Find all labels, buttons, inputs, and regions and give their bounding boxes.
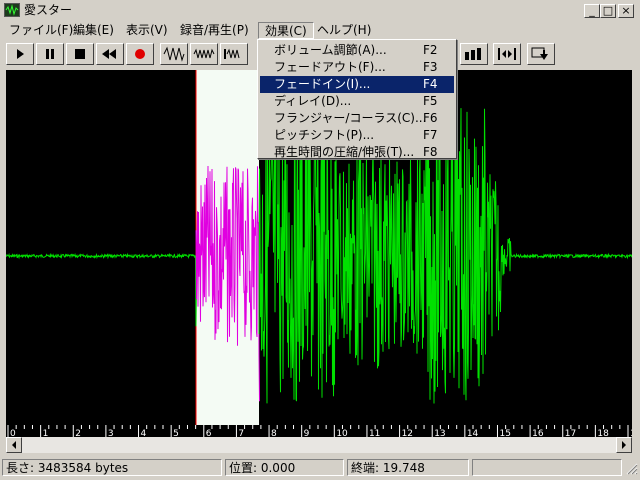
menu-item-label: ピッチシフト(P)...	[274, 128, 375, 142]
ruler-tick-label: 13	[434, 429, 445, 437]
ruler-tick-label: 11	[369, 429, 380, 437]
ruler-tick-label: 15	[499, 429, 510, 437]
record-button[interactable]	[126, 43, 154, 65]
time-ruler-scale: 012345678910111213141516171819	[7, 425, 632, 437]
wave-button[interactable]	[190, 43, 218, 65]
menu-item-label: ディレイ(D)...	[274, 94, 352, 108]
wave-edit-icon	[224, 48, 240, 59]
menu-item-fade-out[interactable]: フェードアウト(F)... F3	[260, 59, 454, 76]
scroll-right-button[interactable]	[616, 437, 632, 453]
time-ruler[interactable]: 012345678910111213141516171819	[6, 425, 632, 437]
menu-item-label: フランジャー/コーラス(C)...	[274, 111, 427, 125]
ruler-tick-label: 9	[304, 429, 310, 437]
ruler-tick-label: 6	[206, 429, 212, 437]
app-window: 愛スター _ □ × ファイル(F) 編集(E) 表示(V) 録音/再生(P) …	[0, 0, 640, 480]
menu-item-shortcut: F5	[423, 94, 438, 108]
menu-item-shortcut: F7	[423, 128, 438, 142]
menu-item-fade-in[interactable]: フェードイン(I)... F4	[260, 76, 454, 93]
ruler-tick-label: 10	[336, 429, 348, 437]
scissors-wave-icon	[163, 46, 185, 62]
status-extra	[472, 459, 622, 476]
menu-item-time-stretch[interactable]: 再生時間の圧縮/伸張(T)... F8	[260, 144, 454, 161]
stop-button[interactable]	[66, 43, 94, 65]
wave-edit-button[interactable]	[220, 43, 248, 65]
effects-dropdown-menu: ボリューム調節(A)... F2 フェードアウト(F)... F3 フェードイン(I…	[257, 39, 457, 159]
menu-view[interactable]: 表示(V)	[120, 22, 174, 39]
menu-item-pitch-shift[interactable]: ピッチシフト(P)... F7	[260, 127, 454, 144]
region-icon	[465, 48, 481, 60]
menu-effects[interactable]: 効果(C)	[258, 22, 314, 39]
rewind-button[interactable]	[96, 43, 124, 65]
minimize-button[interactable]: _	[584, 4, 600, 18]
download-icon	[531, 47, 548, 60]
scroll-left-button[interactable]	[6, 437, 22, 453]
status-bar: 長さ: 3483584 bytes 位置: 0.000 終端: 19.748	[0, 457, 640, 478]
pause-button[interactable]	[36, 43, 64, 65]
arrow-right-icon	[622, 441, 626, 449]
menu-help[interactable]: ヘルプ(H)	[311, 22, 377, 39]
ruler-tick-label: 12	[402, 429, 413, 437]
menu-item-shortcut: F2	[423, 43, 438, 57]
ruler-tick-label: 4	[141, 429, 147, 437]
ruler-tick-label: 17	[565, 429, 576, 437]
play-button[interactable]	[6, 43, 34, 65]
menu-item-shortcut: F4	[423, 77, 438, 91]
download-button[interactable]	[527, 43, 555, 65]
region-button[interactable]	[460, 43, 488, 65]
rewind-icon	[102, 49, 116, 59]
menu-item-shortcut: F8	[423, 145, 438, 159]
ruler-tick-label: 2	[75, 429, 81, 437]
menu-item-delay[interactable]: ディレイ(D)... F5	[260, 93, 454, 110]
arrow-left-icon	[12, 441, 16, 449]
record-icon	[135, 49, 145, 59]
status-length: 長さ: 3483584 bytes	[2, 459, 222, 476]
ruler-tick-label: 5	[173, 429, 179, 437]
ruler-tick-label: 19	[630, 429, 632, 437]
menu-item-volume[interactable]: ボリューム調節(A)... F2	[260, 42, 454, 59]
menu-edit[interactable]: 編集(E)	[67, 22, 120, 39]
pause-icon	[46, 49, 54, 59]
menu-item-label: 再生時間の圧縮/伸張(T)...	[274, 145, 415, 159]
menu-item-label: フェードイン(I)...	[274, 77, 371, 91]
app-icon[interactable]	[4, 3, 20, 17]
selection-zoom-button[interactable]	[493, 43, 521, 65]
ruler-tick-label: 18	[597, 429, 609, 437]
status-position: 位置: 0.000	[225, 459, 344, 476]
ruler-tick-label: 1	[43, 429, 49, 437]
menu-bar: ファイル(F) 編集(E) 表示(V) 録音/再生(P) 効果(C) ヘルプ(H…	[0, 20, 640, 40]
cut-wave-button[interactable]	[160, 43, 188, 65]
ruler-tick-label: 14	[467, 429, 479, 437]
ruler-tick-label: 3	[108, 429, 114, 437]
status-end: 終端: 19.748	[347, 459, 469, 476]
ruler-tick-label: 7	[238, 429, 244, 437]
ruler-tick-label: 8	[271, 429, 277, 437]
menu-item-label: ボリューム調節(A)...	[274, 43, 387, 57]
ruler-tick-label: 0	[10, 429, 16, 437]
stop-icon	[75, 49, 85, 59]
maximize-button[interactable]: □	[600, 4, 616, 18]
ruler-tick-label: 16	[532, 429, 544, 437]
menu-item-flanger[interactable]: フランジャー/コーラス(C)... F6	[260, 110, 454, 127]
selection-zoom-icon	[498, 48, 516, 60]
horizontal-scrollbar[interactable]	[6, 437, 632, 453]
menu-record-play[interactable]: 録音/再生(P)	[174, 22, 255, 39]
waveform-trace-left	[6, 252, 197, 327]
title-bar[interactable]: 愛スター _ □ ×	[0, 0, 640, 20]
wave-icon	[193, 48, 215, 59]
resize-grip-icon[interactable]	[625, 462, 638, 475]
window-title: 愛スター	[24, 3, 73, 17]
close-button[interactable]: ×	[618, 4, 634, 18]
menu-item-shortcut: F3	[423, 60, 438, 74]
menu-item-label: フェードアウト(F)...	[274, 60, 386, 74]
menu-item-shortcut: F6	[423, 111, 438, 125]
play-icon	[17, 49, 24, 59]
